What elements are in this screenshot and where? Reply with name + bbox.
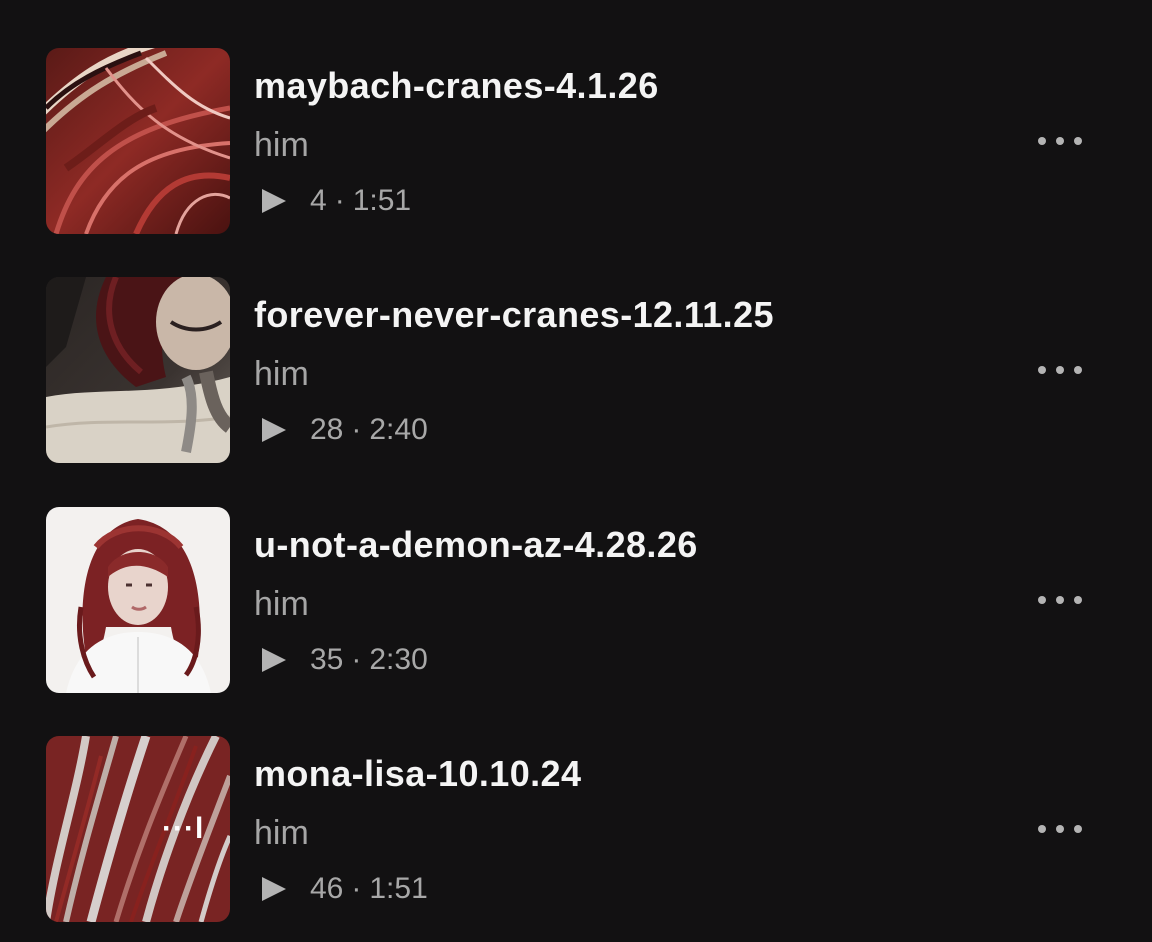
track-artwork[interactable] — [46, 48, 230, 234]
stats-separator: · — [334, 184, 345, 217]
track-artwork[interactable] — [46, 507, 230, 693]
track-row-maybach-cranes[interactable]: maybach-cranes-4.1.26 him 4 · 1:51 — [0, 48, 1152, 234]
more-options-button[interactable] — [1034, 585, 1086, 615]
track-row-u-not-a-demon-az[interactable]: u-not-a-demon-az-4.28.26 him 35 · 2:30 — [0, 507, 1152, 693]
track-title[interactable]: u-not-a-demon-az-4.28.26 — [254, 525, 698, 565]
red-hair-closeup-artwork — [46, 48, 230, 234]
play-count: 46 — [310, 872, 344, 905]
stats-separator: · — [351, 643, 362, 676]
play-icon — [262, 648, 286, 672]
track-duration: 2:30 — [369, 643, 428, 676]
track-list: maybach-cranes-4.1.26 him 4 · 1:51 forev… — [0, 0, 1152, 942]
play-count: 4 — [310, 184, 327, 217]
more-dots-icon — [1038, 596, 1046, 604]
track-duration: 1:51 — [369, 872, 428, 905]
track-artwork[interactable] — [46, 277, 230, 463]
play-count: 28 — [310, 413, 344, 446]
track-artist[interactable]: him — [254, 584, 309, 624]
track-title[interactable]: forever-never-cranes-12.11.25 — [254, 295, 774, 335]
play-count: 35 — [310, 643, 344, 676]
track-title[interactable]: mona-lisa-10.10.24 — [254, 754, 581, 794]
track-stats: 28 · 2:40 — [262, 412, 428, 448]
more-dots-icon — [1038, 825, 1046, 833]
more-dots-icon — [1038, 137, 1046, 145]
stats-separator: · — [351, 872, 362, 905]
track-row-mona-lisa[interactable]: ···l mona-lisa-10.10.24 him 46 · 1:51 — [0, 736, 1152, 922]
track-title[interactable]: maybach-cranes-4.1.26 — [254, 66, 659, 106]
more-dots-icon — [1038, 366, 1046, 374]
track-stats: 4 · 1:51 — [262, 183, 411, 219]
play-icon — [262, 877, 286, 901]
more-options-button[interactable] — [1034, 355, 1086, 385]
track-stats: 35 · 2:30 — [262, 642, 428, 678]
track-artist[interactable]: him — [254, 125, 309, 165]
play-icon — [262, 189, 286, 213]
track-artwork[interactable]: ···l — [46, 736, 230, 922]
more-options-button[interactable] — [1034, 126, 1086, 156]
portrait-chain-bracelet-artwork — [46, 277, 230, 463]
track-stats: 46 · 1:51 — [262, 871, 428, 907]
now-playing-icon: ···l — [162, 812, 205, 845]
track-duration: 1:51 — [352, 184, 412, 217]
stats-separator: · — [351, 413, 362, 446]
red-hair-portrait-artwork — [46, 507, 230, 693]
track-artist[interactable]: him — [254, 813, 309, 853]
more-options-button[interactable] — [1034, 814, 1086, 844]
track-artist[interactable]: him — [254, 354, 309, 394]
track-duration: 2:40 — [369, 413, 428, 446]
play-icon — [262, 418, 286, 442]
track-row-forever-never-cranes[interactable]: forever-never-cranes-12.11.25 him 28 · 2… — [0, 277, 1152, 463]
